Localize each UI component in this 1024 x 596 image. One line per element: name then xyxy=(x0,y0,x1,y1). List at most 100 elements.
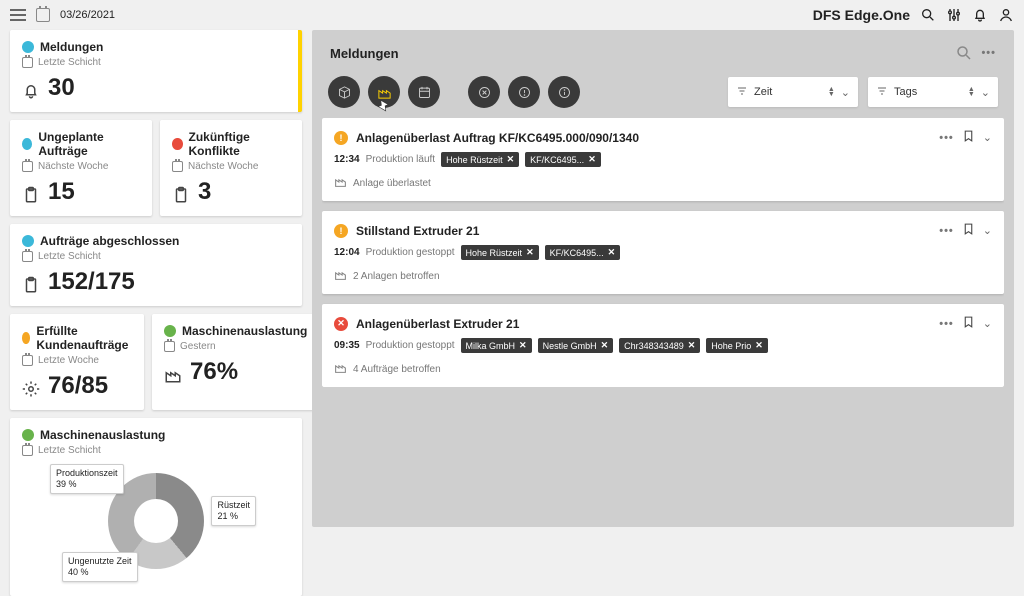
filter-label: Tags xyxy=(894,86,962,98)
calendar-icon xyxy=(22,57,33,68)
filter-icon xyxy=(736,85,748,100)
tag-label: Hohe Prio xyxy=(711,341,751,351)
kpi-konflikte[interactable]: Zukünftige Konflikte Nächste Woche 3 xyxy=(160,120,302,216)
tag-remove-icon[interactable]: ✕ xyxy=(755,340,763,351)
kpi-title: Zukünftige Konflikte xyxy=(189,130,291,158)
bookmark-icon[interactable] xyxy=(962,128,975,147)
search-icon[interactable] xyxy=(955,44,973,62)
sliders-icon[interactable] xyxy=(946,7,962,23)
filter-factory-icon[interactable] xyxy=(368,76,400,108)
kpi-meldungen[interactable]: Meldungen Letzte Schicht 30 xyxy=(10,30,302,112)
error-icon: ✕ xyxy=(334,317,348,331)
gear-icon xyxy=(22,377,40,395)
kpi-erfuellte[interactable]: Erfüllte Kundenaufträge Letzte Woche 76/… xyxy=(10,314,144,410)
filter-time[interactable]: Zeit ▲▼ ⌄ xyxy=(728,77,858,107)
kpi-ungeplante[interactable]: Ungeplante Aufträge Nächste Woche 15 xyxy=(10,120,152,216)
message-state: Produktion gestoppt xyxy=(366,340,455,351)
tag-remove-icon[interactable]: ✕ xyxy=(526,247,534,258)
kpi-subtitle: Gestern xyxy=(180,341,216,352)
sidebar: Meldungen Letzte Schicht 30 Ungeplante A… xyxy=(10,30,302,527)
bell-icon[interactable] xyxy=(972,7,988,23)
bookmark-icon[interactable] xyxy=(962,314,975,333)
filter-info-icon[interactable] xyxy=(548,76,580,108)
tag-chip[interactable]: Chr348343489 ✕ xyxy=(619,338,700,353)
message-title: Anlagenüberlast Auftrag KF/KC6495.000/09… xyxy=(356,131,639,145)
success-icon xyxy=(22,429,34,441)
kpi-maschinen-gestern[interactable]: Maschinenauslastung Gestern 76% xyxy=(152,314,319,410)
success-icon xyxy=(164,325,176,337)
message-time: 12:04 xyxy=(334,247,360,258)
more-icon[interactable]: ••• xyxy=(939,318,954,330)
tag-label: Nestle GmbH xyxy=(543,341,597,351)
clipboard-icon xyxy=(22,273,40,291)
kpi-value: 152/175 xyxy=(48,268,135,296)
kpi-abgeschlossen[interactable]: Aufträge abgeschlossen Letzte Schicht 15… xyxy=(10,224,302,306)
factory-icon xyxy=(164,363,182,381)
kpi-subtitle: Letzte Schicht xyxy=(38,445,101,456)
filter-icon xyxy=(876,85,888,100)
chevron-down-icon[interactable]: ⌄ xyxy=(983,317,992,330)
kpi-maschinen-schicht[interactable]: Maschinenauslastung Letzte Schicht Produ… xyxy=(10,418,302,596)
calendar-icon xyxy=(22,161,33,172)
tag-label: KF/KC6495... xyxy=(530,155,584,165)
tag-chip[interactable]: Hohe Prio ✕ xyxy=(706,338,768,353)
tag-label: Hohe Rüstzeit xyxy=(466,248,523,258)
tag-remove-icon[interactable]: ✕ xyxy=(688,340,696,351)
tag-chip[interactable]: Hohe Rüstzeit ✕ xyxy=(461,245,539,260)
kpi-value: 3 xyxy=(198,178,211,206)
kpi-subtitle: Nächste Woche xyxy=(38,161,108,172)
factory-icon xyxy=(334,175,347,191)
kpi-title: Meldungen xyxy=(40,40,103,54)
tag-remove-icon[interactable]: ✕ xyxy=(588,154,596,165)
menu-icon[interactable] xyxy=(10,9,26,21)
filter-close-icon[interactable] xyxy=(468,76,500,108)
more-icon[interactable]: ••• xyxy=(939,225,954,237)
filter-calendar-icon[interactable] xyxy=(408,76,440,108)
filter-alert-icon[interactable] xyxy=(508,76,540,108)
calendar-icon xyxy=(22,355,33,366)
sort-icon: ▲▼ xyxy=(968,87,975,97)
chart-label-produktionszeit: Produktionszeit39 % xyxy=(50,464,124,494)
factory-icon xyxy=(334,268,347,284)
tag-chip[interactable]: KF/KC6495... ✕ xyxy=(525,152,601,167)
current-date: 03/26/2021 xyxy=(60,9,115,21)
filter-box-icon[interactable] xyxy=(328,76,360,108)
tag-remove-icon[interactable]: ✕ xyxy=(608,247,616,258)
message-footer: Anlage überlastet xyxy=(353,178,431,189)
tag-chip[interactable]: Hohe Rüstzeit ✕ xyxy=(441,152,519,167)
tag-remove-icon[interactable]: ✕ xyxy=(601,340,609,351)
chevron-down-icon: ⌄ xyxy=(981,86,990,99)
tag-label: Hohe Rüstzeit xyxy=(446,155,503,165)
more-icon[interactable]: ••• xyxy=(981,47,996,59)
tag-label: KF/KC6495... xyxy=(550,248,604,258)
chevron-down-icon[interactable]: ⌄ xyxy=(983,224,992,237)
tag-remove-icon[interactable]: ✕ xyxy=(519,340,527,351)
search-icon[interactable] xyxy=(920,7,936,23)
tag-chip[interactable]: KF/KC6495... ✕ xyxy=(545,245,621,260)
filter-tags[interactable]: Tags ▲▼ ⌄ xyxy=(868,77,998,107)
message-card[interactable]: ! Anlagenüberlast Auftrag KF/KC6495.000/… xyxy=(322,118,1004,201)
tag-chip[interactable]: Milka GmbH ✕ xyxy=(461,338,532,353)
tag-label: Chr348343489 xyxy=(624,341,684,351)
clipboard-icon xyxy=(22,183,40,201)
user-icon[interactable] xyxy=(998,7,1014,23)
calendar-icon xyxy=(36,8,50,22)
kpi-title: Maschinenauslastung xyxy=(182,324,307,338)
message-state: Produktion läuft xyxy=(366,154,436,165)
kpi-subtitle: Letzte Schicht xyxy=(38,251,101,262)
bookmark-icon[interactable] xyxy=(962,221,975,240)
info-icon xyxy=(22,41,34,53)
kpi-subtitle: Nächste Woche xyxy=(188,161,258,172)
message-card[interactable]: ! Stillstand Extruder 21 ••• ⌄ 12:04 Pro… xyxy=(322,211,1004,294)
tag-chip[interactable]: Nestle GmbH ✕ xyxy=(538,338,614,353)
bell-icon xyxy=(22,79,40,97)
kpi-value: 30 xyxy=(48,74,75,102)
error-icon xyxy=(172,138,183,150)
message-card[interactable]: ✕ Anlagenüberlast Extruder 21 ••• ⌄ 09:3… xyxy=(322,304,1004,387)
tag-remove-icon[interactable]: ✕ xyxy=(507,154,515,165)
more-icon[interactable]: ••• xyxy=(939,132,954,144)
donut-chart: Produktionszeit39 % Rüstzeit21 % Ungenut… xyxy=(22,456,290,586)
kpi-title: Erfüllte Kundenaufträge xyxy=(36,324,132,352)
filter-label: Zeit xyxy=(754,86,822,98)
chevron-down-icon[interactable]: ⌄ xyxy=(983,131,992,144)
